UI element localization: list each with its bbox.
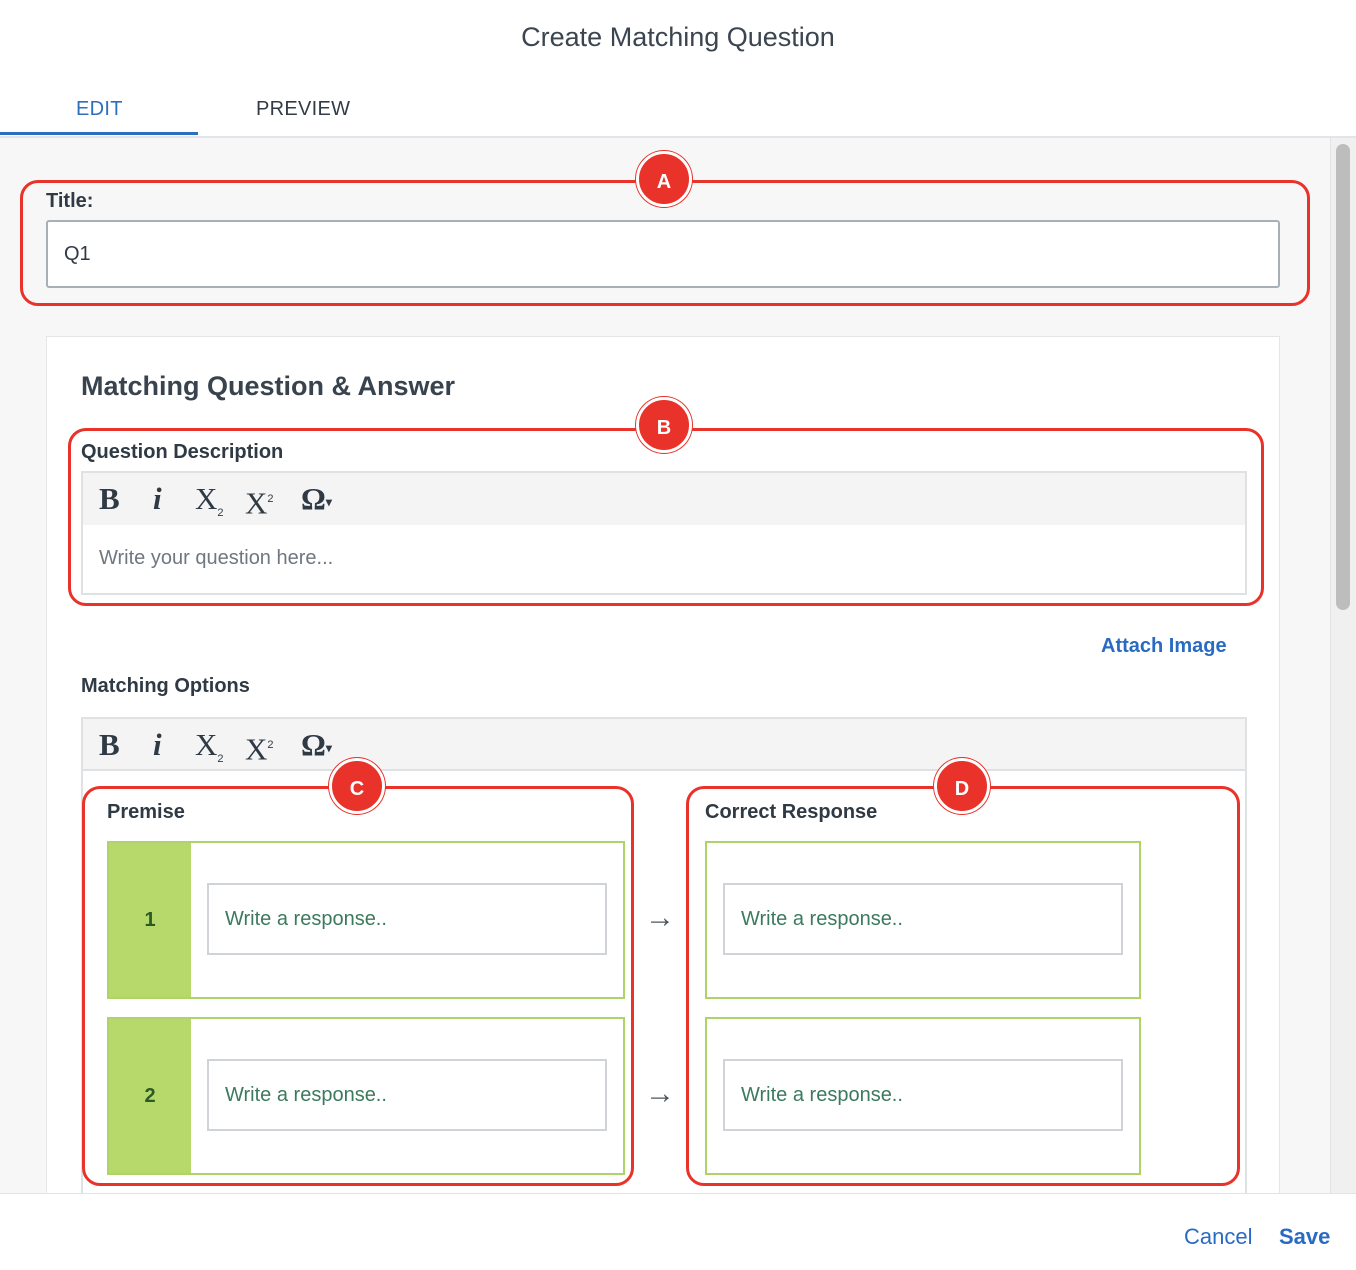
subscript-icon: X (195, 481, 218, 516)
callout-c-badge: C (329, 758, 385, 814)
premise-number: 2 (109, 1019, 191, 1173)
superscript-icon: X (245, 731, 268, 767)
superscript-mark: 2 (267, 739, 274, 751)
premise-label: Premise (107, 801, 185, 823)
tab-preview[interactable]: PREVIEW (256, 98, 350, 121)
cancel-button[interactable]: Cancel (1184, 1224, 1252, 1250)
active-tab-indicator (0, 132, 198, 135)
subscript-mark: 2 (217, 507, 224, 520)
premise-input[interactable] (207, 1059, 607, 1131)
correct-response-row (705, 841, 1141, 999)
superscript-button[interactable]: X2 (245, 481, 274, 521)
premise-row: 1 (107, 841, 625, 999)
dialog-title: Create Matching Question (521, 22, 835, 52)
superscript-icon: X (245, 485, 268, 521)
italic-button[interactable]: i (153, 481, 162, 517)
correct-response-label: Correct Response (705, 801, 878, 823)
card-heading: Matching Question & Answer (81, 371, 456, 401)
callout-b-badge: B (636, 397, 692, 453)
tab-bar: EDIT PREVIEW (0, 86, 1356, 138)
title-label: Title: (46, 190, 94, 212)
bold-button[interactable]: B (99, 481, 120, 517)
subscript-icon: X (195, 727, 218, 762)
question-description-label: Question Description (81, 441, 284, 463)
subscript-button[interactable]: X2 (195, 481, 224, 520)
chevron-down-icon: ▾ (325, 740, 332, 755)
arrow-right-icon: → (645, 1077, 675, 1110)
omega-icon: Ω (301, 481, 326, 516)
question-placeholder: Write your question here... (99, 547, 334, 569)
correct-response-input[interactable] (723, 883, 1123, 955)
matching-options-label: Matching Options (81, 675, 250, 697)
italic-button[interactable]: i (153, 727, 162, 763)
arrow-right-icon: → (645, 901, 675, 934)
correct-response-row (705, 1017, 1141, 1175)
bold-button[interactable]: B (99, 727, 120, 763)
tab-edit[interactable]: EDIT (76, 98, 123, 121)
callout-d-badge: D (934, 758, 990, 814)
matching-question-card: Matching Question & Answer Question Desc… (46, 336, 1280, 1193)
attach-image-link[interactable]: Attach Image (1101, 635, 1227, 658)
omega-icon: Ω (301, 727, 326, 762)
dialog-content: Title: Matching Question & Answer Questi… (0, 138, 1356, 1193)
editor-toolbar: B i X2 X2 Ω▾ (83, 473, 1245, 525)
dialog-header: Create Matching Question (0, 0, 1356, 80)
title-input[interactable] (46, 220, 1280, 288)
chevron-down-icon: ▾ (325, 494, 332, 509)
scrollbar-thumb[interactable] (1336, 144, 1350, 610)
editor-toolbar: B i X2 X2 Ω▾ (83, 719, 1245, 771)
special-characters-button[interactable]: Ω▾ (301, 481, 332, 517)
subscript-mark: 2 (217, 753, 224, 766)
special-characters-button[interactable]: Ω▾ (301, 727, 332, 763)
question-description-editor[interactable]: B i X2 X2 Ω▾ Write your question here... (81, 471, 1247, 595)
premise-number: 1 (109, 843, 191, 997)
superscript-mark: 2 (267, 493, 274, 505)
callout-a-badge: A (636, 151, 692, 207)
save-button[interactable]: Save (1279, 1224, 1330, 1250)
premise-row: 2 (107, 1017, 625, 1175)
dialog-footer: Cancel Save (0, 1193, 1356, 1270)
correct-response-input[interactable] (723, 1059, 1123, 1131)
superscript-button[interactable]: X2 (245, 727, 274, 767)
premise-input[interactable] (207, 883, 607, 955)
subscript-button[interactable]: X2 (195, 727, 224, 766)
